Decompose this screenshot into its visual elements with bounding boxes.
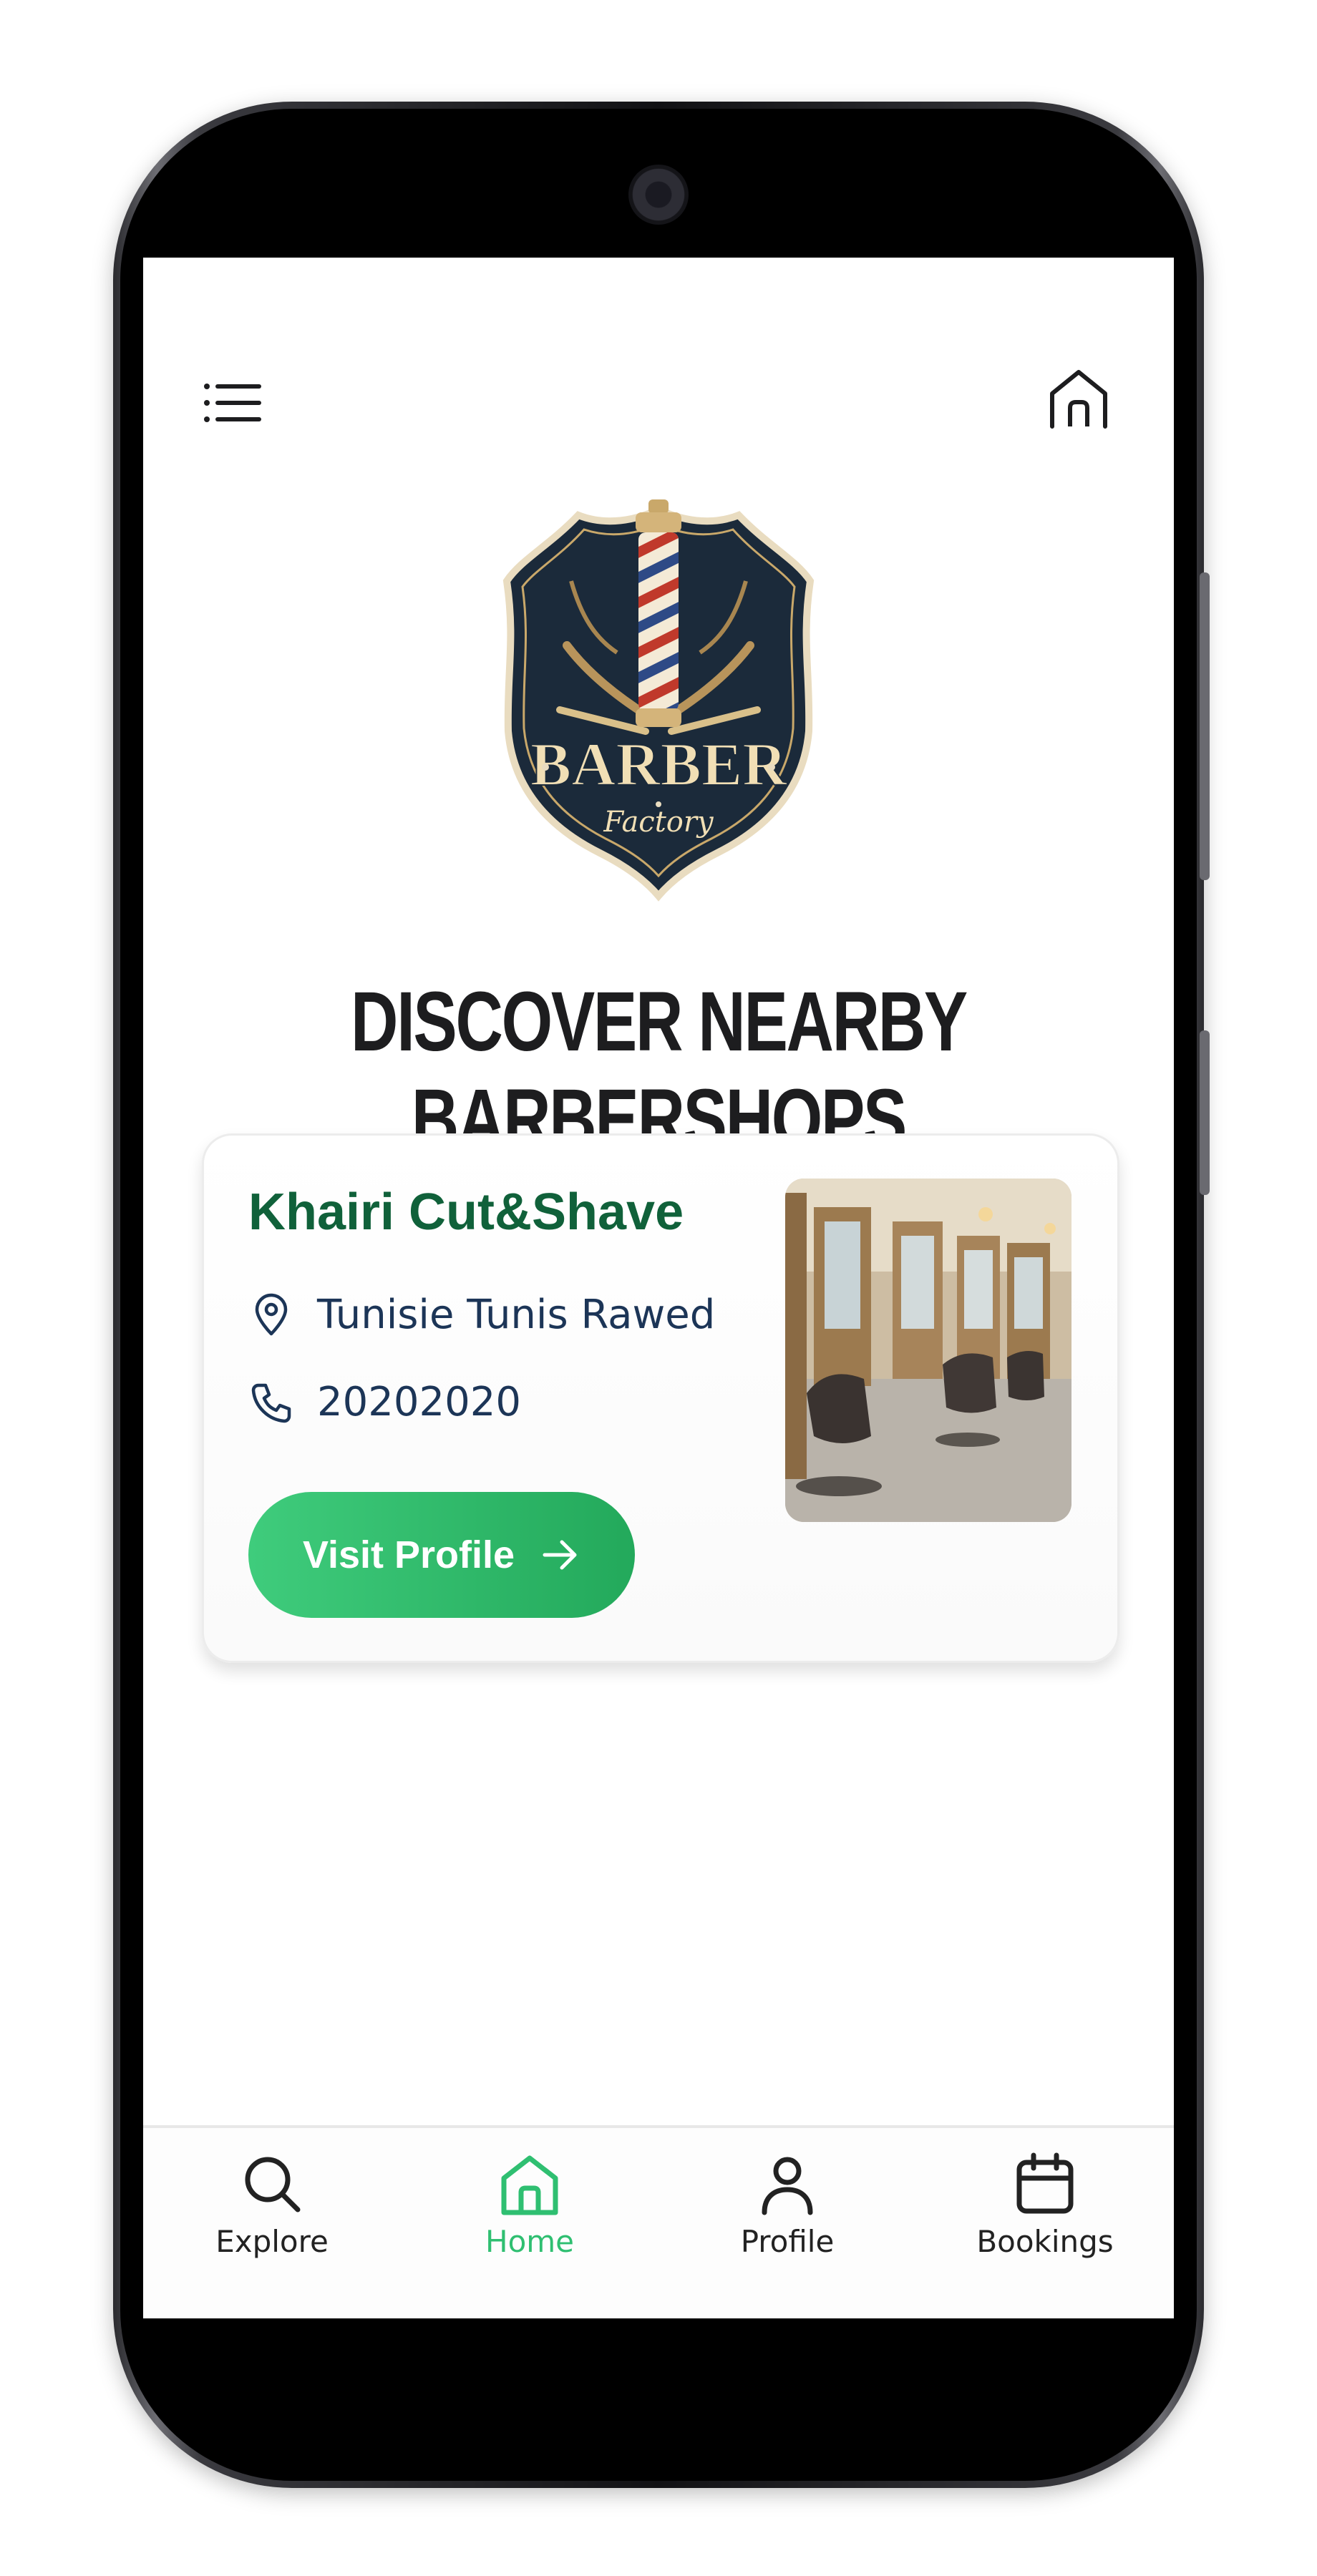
- shop-address: Tunisie Tunis Rawed: [317, 1292, 716, 1338]
- nav-item-bookings[interactable]: Bookings: [952, 2150, 1138, 2307]
- calendar-icon: [1016, 2152, 1074, 2214]
- nav-item-profile[interactable]: Profile: [694, 2150, 880, 2307]
- barbershop-card: Khairi Cut&Shave Tunisie Tunis Rawed 202…: [202, 1133, 1119, 1663]
- search-icon: [245, 2157, 301, 2212]
- shop-name: Khairi Cut&Shave: [248, 1184, 684, 1241]
- front-camera: [628, 165, 689, 225]
- nav-label-bookings: Bookings: [976, 2224, 1114, 2259]
- nav-label-home: Home: [485, 2224, 575, 2259]
- shop-address-row: Tunisie Tunis Rawed: [248, 1292, 715, 1338]
- barber-factory-logo: BARBER Factory: [502, 495, 815, 902]
- shop-phone-row: 20202020: [248, 1379, 521, 1425]
- nav-label-explore: Explore: [215, 2224, 329, 2259]
- volume-button: [1200, 572, 1210, 880]
- visit-profile-button[interactable]: Visit Profile: [248, 1492, 635, 1618]
- shop-photo[interactable]: [785, 1179, 1071, 1522]
- user-icon: [762, 2157, 813, 2215]
- phone-icon: [251, 1383, 291, 1423]
- bottom-navigation: Explore Home Profile Bookings: [143, 2125, 1174, 2318]
- home-icon[interactable]: [1046, 366, 1111, 431]
- home-icon: [501, 2155, 558, 2215]
- nav-label-profile: Profile: [740, 2224, 835, 2259]
- app-screen: BARBER Factory DISCOVER NEARBY BARBERSHO…: [143, 258, 1174, 2318]
- visit-profile-label: Visit Profile: [302, 1533, 515, 1576]
- nav-item-home[interactable]: Home: [437, 2150, 623, 2307]
- arrow-right-icon: [543, 1540, 577, 1570]
- shop-phone: 20202020: [317, 1379, 522, 1425]
- location-pin-icon: [255, 1293, 288, 1335]
- menu-list-icon[interactable]: [202, 371, 266, 435]
- logo-text-barber: BARBER: [530, 730, 787, 799]
- logo-text-factory: Factory: [603, 806, 714, 839]
- power-button: [1200, 1030, 1210, 1195]
- nav-item-explore[interactable]: Explore: [179, 2150, 365, 2307]
